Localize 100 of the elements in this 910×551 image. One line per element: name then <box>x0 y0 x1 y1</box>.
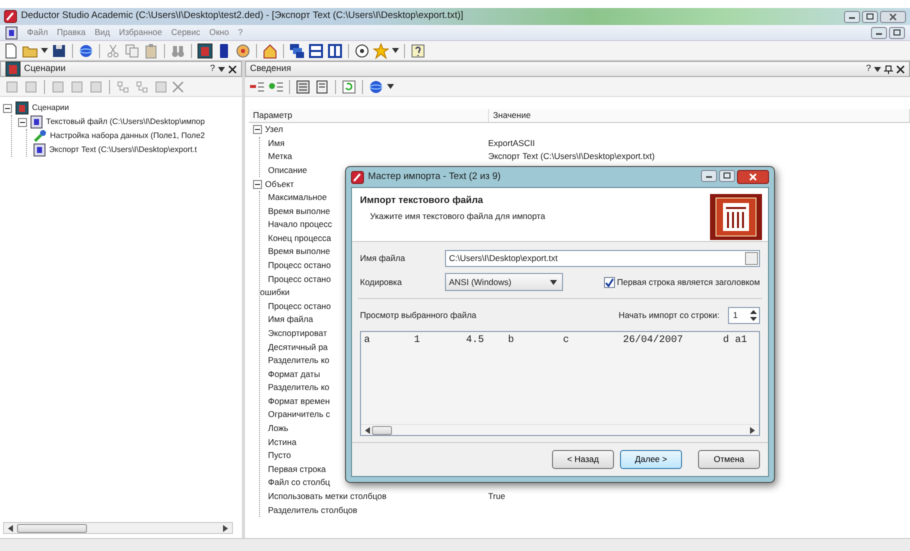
dialog-title: Мастер импорта - Text (2 из 9) <box>368 170 501 184</box>
dial-icon[interactable] <box>235 42 251 58</box>
parameter-name: Начало процесс <box>267 219 332 230</box>
preview-cell-text: b <box>508 334 516 348</box>
minimize-icon[interactable] <box>844 10 860 22</box>
globe-icon[interactable] <box>78 42 94 58</box>
caret-icon[interactable] <box>387 84 394 89</box>
field-label: Имя файла <box>360 252 406 265</box>
close-icon[interactable] <box>737 170 769 184</box>
wizard-button[interactable]: < Назад <box>552 450 614 469</box>
menu-item[interactable]: ? <box>238 26 243 39</box>
help-icon[interactable] <box>410 42 426 58</box>
parameter-name: Десятичный ра <box>267 342 328 352</box>
node-icon[interactable] <box>153 78 169 94</box>
close-icon[interactable] <box>228 64 237 74</box>
collapse-icon[interactable] <box>18 118 27 126</box>
menu-item[interactable]: Файл <box>27 26 48 39</box>
parameter-name: Время выполне <box>267 246 330 256</box>
panel-icon[interactable] <box>197 42 213 58</box>
menu-item[interactable]: Сервис <box>171 26 200 39</box>
tree-item[interactable]: Текстовый файл (C:\Users\I\Desktop\импор <box>46 116 205 128</box>
scroll-right-icon[interactable] <box>750 426 755 434</box>
clipboard-icon[interactable] <box>143 42 159 58</box>
panel-title: Сведения <box>250 62 292 76</box>
checkbox-label[interactable]: Первая строка является заголовком <box>617 276 760 289</box>
node-icon[interactable] <box>23 78 39 94</box>
app-icon <box>351 170 364 184</box>
horizontal-split-icon[interactable] <box>308 42 324 58</box>
parameter-name: Имя <box>267 138 285 148</box>
parameter-name: Пусто <box>267 450 292 460</box>
scroll-right-icon[interactable] <box>223 524 228 532</box>
refresh-icon[interactable] <box>341 78 357 94</box>
file-path-field[interactable]: C:\Users\I\Desktop\export.txt <box>445 250 760 267</box>
node-icon[interactable] <box>50 78 66 94</box>
tree-item[interactable]: Экспорт Text (C:\Users\I\Desktop\export.t <box>49 144 197 156</box>
parameter-name: Процесс остано <box>267 260 331 270</box>
cascade-windows-icon[interactable] <box>289 42 305 58</box>
maximize-icon[interactable] <box>889 26 905 38</box>
menu-item[interactable]: Правка <box>56 26 86 39</box>
star-icon[interactable] <box>373 42 389 58</box>
delete-icon[interactable] <box>172 80 184 92</box>
form-view-icon[interactable] <box>295 78 311 94</box>
parameter-name: Процесс остано <box>267 300 331 311</box>
parameter-name: Время выполне <box>267 206 330 216</box>
minimize-icon[interactable] <box>870 26 887 38</box>
pin-icon[interactable] <box>884 64 893 74</box>
menu-item[interactable]: Окно <box>209 26 229 39</box>
scroll-left-icon[interactable] <box>8 524 13 532</box>
collapse-icon[interactable] <box>253 180 262 189</box>
wizard-button[interactable]: Отмена <box>698 450 760 469</box>
menu-item[interactable]: Избранное <box>119 26 162 39</box>
help-button[interactable]: ? <box>866 62 871 76</box>
tree-item[interactable]: Настройка набора данных (Поле1, Поле2 <box>50 130 205 142</box>
node-icon[interactable] <box>69 78 85 94</box>
scissors-icon[interactable] <box>105 42 121 58</box>
collapse-icon[interactable] <box>3 104 12 112</box>
floppy-icon[interactable] <box>51 42 67 58</box>
parameter-value: True <box>487 490 506 504</box>
preview-cell-text: a <box>364 334 372 348</box>
wizard-button[interactable]: Далее > <box>620 450 682 469</box>
help-button[interactable]: ? <box>210 62 215 76</box>
close-icon[interactable] <box>896 64 905 74</box>
scenario-icon <box>15 101 29 115</box>
node-icon[interactable] <box>88 78 104 94</box>
parameter-name: Имя файла <box>267 314 314 324</box>
parameter-name: Первая строка <box>267 464 326 474</box>
checkbox[interactable] <box>604 276 615 288</box>
column-header[interactable]: Параметр <box>249 109 489 122</box>
globe-icon[interactable] <box>368 78 384 94</box>
maximize-icon[interactable] <box>718 170 735 182</box>
start-row-spinner[interactable]: 1 <box>728 306 760 324</box>
caret-icon[interactable] <box>392 48 399 53</box>
tree-item[interactable]: Сценарии <box>32 102 69 114</box>
caret-icon[interactable] <box>874 66 881 72</box>
copy-icon[interactable] <box>124 42 140 58</box>
menu-item[interactable]: Вид <box>94 26 110 39</box>
page-view-icon[interactable] <box>314 78 330 94</box>
maximize-icon[interactable] <box>862 10 878 22</box>
parameter-name: Использовать метки столбцов <box>267 491 387 502</box>
node-icon[interactable] <box>4 78 20 94</box>
parameter-name: Процесс остано ошибки <box>260 274 331 298</box>
scroll-left-icon[interactable] <box>365 426 370 434</box>
file-icon <box>33 143 46 157</box>
column-header[interactable]: Значение <box>489 109 910 122</box>
encoding-dropdown[interactable]: ANSI (Windows) <box>445 273 563 292</box>
minimize-icon[interactable] <box>700 170 717 182</box>
parameter-name: Разделитель столбцов <box>267 504 358 515</box>
browse-button[interactable] <box>745 252 758 265</box>
file-icon <box>5 26 18 40</box>
scrollbar-thumb[interactable] <box>17 524 87 532</box>
caret-icon[interactable] <box>41 48 48 53</box>
parameter-name: Экспортироват <box>267 328 327 338</box>
spinner-arrows-icon[interactable] <box>750 310 757 321</box>
collapse-icon[interactable] <box>253 125 262 134</box>
circled-dot-icon[interactable] <box>354 42 370 58</box>
caret-icon <box>550 280 557 285</box>
caret-icon[interactable] <box>218 66 225 72</box>
vertical-split-icon[interactable] <box>327 42 343 58</box>
checkmark-icon <box>604 278 614 287</box>
scrollbar-thumb[interactable] <box>372 426 392 434</box>
